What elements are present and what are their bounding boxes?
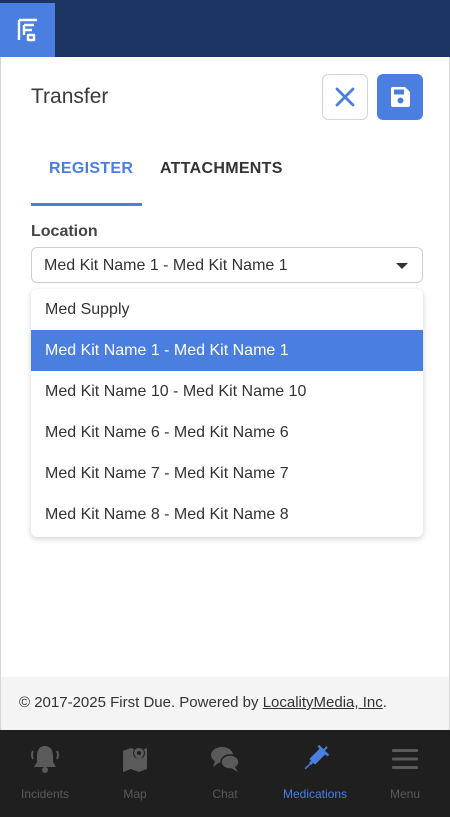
location-label: Location xyxy=(31,223,98,240)
top-app-bar xyxy=(0,0,450,57)
nav-incidents[interactable]: Incidents xyxy=(0,730,90,817)
dropdown-option[interactable]: Med Supply xyxy=(31,289,423,330)
copyright-prefix: © 2017-2025 First Due. Powered by xyxy=(19,694,263,711)
dropdown-option[interactable]: Med Kit Name 8 - Med Kit Name 8 xyxy=(31,494,423,535)
nav-label: Menu xyxy=(389,787,421,801)
dropdown-option-selected[interactable]: Med Kit Name 1 - Med Kit Name 1 xyxy=(31,330,423,371)
save-button[interactable] xyxy=(377,74,423,120)
location-dropdown: Med Supply Med Kit Name 1 - Med Kit Name… xyxy=(31,289,423,537)
nav-label: Incidents xyxy=(20,787,70,801)
nav-label: Medications xyxy=(282,787,348,801)
tab-attachments[interactable]: ATTACHMENTS xyxy=(160,160,283,178)
copyright-footer: © 2017-2025 First Due. Powered by Locali… xyxy=(0,677,450,730)
location-selected-value: Med Kit Name 1 - Med Kit Name 1 xyxy=(44,257,288,274)
first-due-logo-icon xyxy=(17,18,37,42)
active-tab-indicator xyxy=(31,203,142,206)
transfer-form: Transfer REGISTER ATTACHMENTS Location M… xyxy=(0,57,450,677)
dropdown-option[interactable]: Med Kit Name 10 - Med Kit Name 10 xyxy=(31,371,423,412)
nav-map[interactable]: Map xyxy=(90,730,180,817)
caret-down-icon xyxy=(396,263,408,269)
nav-label: Chat xyxy=(212,787,238,801)
page-title: Transfer xyxy=(31,85,109,108)
save-icon xyxy=(391,87,410,107)
tab-register[interactable]: REGISTER xyxy=(49,160,133,178)
location-select[interactable]: Med Kit Name 1 - Med Kit Name 1 xyxy=(31,247,423,283)
bottom-navigation: Incidents Map Chat Medications Menu xyxy=(0,730,450,817)
nav-medications[interactable]: Medications xyxy=(270,730,360,817)
close-icon xyxy=(335,87,355,107)
close-button[interactable] xyxy=(322,74,368,120)
map-pin-icon xyxy=(118,742,152,776)
hamburger-menu-icon xyxy=(388,742,422,776)
localitymedia-link[interactable]: LocalityMedia, Inc xyxy=(263,694,383,711)
bell-icon xyxy=(28,742,62,776)
app-logo-button[interactable] xyxy=(0,3,55,57)
copyright-text: © 2017-2025 First Due. Powered by Locali… xyxy=(19,694,387,711)
nav-label: Map xyxy=(123,787,147,801)
copyright-suffix: . xyxy=(382,694,387,711)
syringe-icon xyxy=(298,742,332,776)
dropdown-option[interactable]: Med Kit Name 6 - Med Kit Name 6 xyxy=(31,412,423,453)
nav-menu[interactable]: Menu xyxy=(360,730,450,817)
nav-chat[interactable]: Chat xyxy=(180,730,270,817)
chat-bubbles-icon xyxy=(208,742,242,776)
dropdown-option[interactable]: Med Kit Name 7 - Med Kit Name 7 xyxy=(31,453,423,494)
